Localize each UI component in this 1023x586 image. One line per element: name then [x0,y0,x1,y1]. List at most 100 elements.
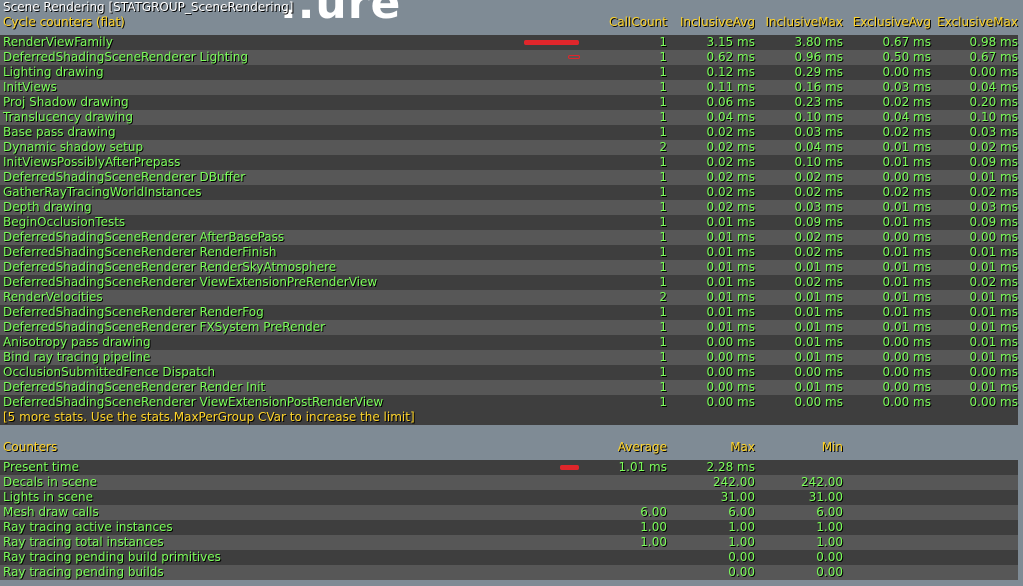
stat-exclusive-avg: 0.02 ms [882,95,931,109]
stat-name: Translucency drawing [3,110,134,124]
stat-name: Proj Shadow drawing [3,95,129,109]
stat-exclusive-max: 0.00 ms [969,65,1018,79]
stat-inclusive-max: 0.10 ms [794,110,843,124]
stat-inclusive-max: 0.16 ms [794,80,843,94]
stat-inclusive-avg: 0.01 ms [706,290,755,304]
counter-min: 0.00 [816,565,843,579]
stat-time-bar [524,40,579,45]
cycle-counter-row: RenderVelocities 2 0.01 ms 0.01 ms 0.01 ms 0.… [0,290,1018,305]
stat-callcount: 1 [659,350,667,364]
counter-row: Decals in scene 242.00 242.00 [0,475,1018,490]
stat-callcount: 1 [659,380,667,394]
average-header: Average [617,440,667,454]
stat-name: BeginOcclusionTests [3,215,126,229]
stat-inclusive-avg: 0.04 ms [706,110,755,124]
stat-exclusive-avg: 0.01 ms [882,260,931,274]
inclusive-max-header: InclusiveMax [765,15,843,29]
cycle-counter-row: RenderViewFamily 1 3.15 ms 3.80 ms 0.67 ms 0.… [0,35,1018,50]
stat-exclusive-max: 0.04 ms [969,80,1018,94]
cycle-counter-row: DeferredShadingSceneRenderer FXSystem Pr… [0,320,1018,335]
counter-row: Ray tracing pending build primitives 0.00… [0,550,1018,565]
stat-name: Anisotropy pass drawing [3,335,151,349]
counter-max: 31.00 [720,490,755,504]
more-stats-note-text: [5 more stats. Use the stats.MaxPerGroup… [3,410,415,424]
cycle-counter-row: InitViewsPossiblyAfterPrepass 1 0.02 ms 0.1… [0,155,1018,170]
counter-min: 0.00 [816,550,843,564]
stat-name: Lighting drawing [3,65,104,79]
cycle-counter-row: DeferredShadingSceneRenderer AfterBasePa… [0,230,1018,245]
stat-exclusive-max: 0.00 ms [969,395,1018,409]
cycle-counter-row: BeginOcclusionTests 1 0.01 ms 0.09 ms 0.01 m… [0,215,1018,230]
stat-exclusive-max: 0.01 ms [969,320,1018,334]
stat-inclusive-max: 0.01 ms [794,335,843,349]
stat-name: DeferredShadingSceneRenderer DBuffer [3,170,246,184]
counter-name: Ray tracing pending builds [3,565,164,579]
stat-name: InitViews [3,80,57,94]
stat-inclusive-avg: 0.01 ms [706,275,755,289]
exclusive-avg-header: ExclusiveAvg [852,15,931,29]
counter-max: 242.00 [713,475,755,489]
stat-exclusive-avg: 0.02 ms [882,125,931,139]
stat-exclusive-max: 0.01 ms [969,260,1018,274]
counter-average: 6.00 [640,505,667,519]
stat-inclusive-avg: 0.02 ms [706,140,755,154]
counter-name: Ray tracing total instances [3,535,164,549]
stat-callcount: 1 [659,35,667,49]
more-stats-note: [5 more stats. Use the stats.MaxPerGroup… [0,410,1018,425]
stat-exclusive-max: 0.03 ms [969,125,1018,139]
stat-inclusive-avg: 0.01 ms [706,245,755,259]
stat-exclusive-max: 0.01 ms [969,380,1018,394]
stat-callcount: 1 [659,170,667,184]
stat-inclusive-avg: 0.01 ms [706,260,755,274]
stat-inclusive-avg: 0.00 ms [706,365,755,379]
stat-exclusive-max: 0.20 ms [969,95,1018,109]
min-header: Min [821,440,843,454]
stat-inclusive-max: 3.80 ms [794,35,843,49]
counter-max: 0.00 [728,565,755,579]
counter-max: 0.00 [728,550,755,564]
stat-inclusive-max: 0.02 ms [794,185,843,199]
stat-exclusive-avg: 0.01 ms [882,290,931,304]
cycle-counter-row: Lighting drawing 1 0.12 ms 0.29 ms 0.00 ms 0.… [0,65,1018,80]
stat-exclusive-max: 0.09 ms [969,215,1018,229]
stat-inclusive-max: 0.03 ms [794,125,843,139]
stat-inclusive-avg: 0.02 ms [706,200,755,214]
stat-callcount: 1 [659,320,667,334]
counter-row: Ray tracing total instances 1.00 1.00 1.00 [0,535,1018,550]
stat-inclusive-max: 0.03 ms [794,200,843,214]
stat-inclusive-avg: 0.12 ms [706,65,755,79]
stat-exclusive-avg: 0.00 ms [882,170,931,184]
counter-row: Ray tracing active instances 1.00 1.00 1.00 [0,520,1018,535]
stat-exclusive-avg: 0.00 ms [882,335,931,349]
stat-exclusive-max: 0.02 ms [969,275,1018,289]
cycle-counter-row: Bind ray tracing pipeline 1 0.00 ms 0.01 ms… [0,350,1018,365]
stat-exclusive-avg: 0.00 ms [882,365,931,379]
stat-name: OcclusionSubmittedFence Dispatch [3,365,216,379]
stat-exclusive-avg: 0.04 ms [882,110,931,124]
stat-exclusive-avg: 0.00 ms [882,230,931,244]
stat-exclusive-avg: 0.00 ms [882,350,931,364]
cycle-counter-row: Base pass drawing 1 0.02 ms 0.03 ms 0.02 ms 0… [0,125,1018,140]
stat-exclusive-max: 0.00 ms [969,230,1018,244]
counter-name: Ray tracing pending build primitives [3,550,221,564]
cycle-counter-row: DeferredShadingSceneRenderer Lighting 1 0.… [0,50,1018,65]
counters-header-name: Counters [3,440,58,454]
stat-inclusive-max: 0.10 ms [794,155,843,169]
stat-exclusive-avg: 0.03 ms [882,80,931,94]
stat-name: RenderVelocities [3,290,103,304]
cycle-counter-row: DeferredShadingSceneRenderer RenderFog 1 0… [0,305,1018,320]
stat-name: Depth drawing [3,200,92,214]
counter-name: Mesh draw calls [3,505,99,519]
stat-inclusive-avg: 0.01 ms [706,320,755,334]
stat-name: Dynamic shadow setup [3,140,144,154]
stat-name: Bind ray tracing pipeline [3,350,151,364]
stat-exclusive-max: 0.01 ms [969,305,1018,319]
counter-average: 1.00 [640,520,667,534]
counter-name: Lights in scene [3,490,93,504]
counter-max: 1.00 [728,520,755,534]
cycle-counter-row: DeferredShadingSceneRenderer ViewExtensi… [0,275,1018,290]
counter-row: Mesh draw calls 6.00 6.00 6.00 [0,505,1018,520]
stat-time-bar [568,55,580,59]
stat-callcount: 1 [659,95,667,109]
cycle-counter-row: GatherRayTracingWorldInstances 1 0.02 ms 0.… [0,185,1018,200]
